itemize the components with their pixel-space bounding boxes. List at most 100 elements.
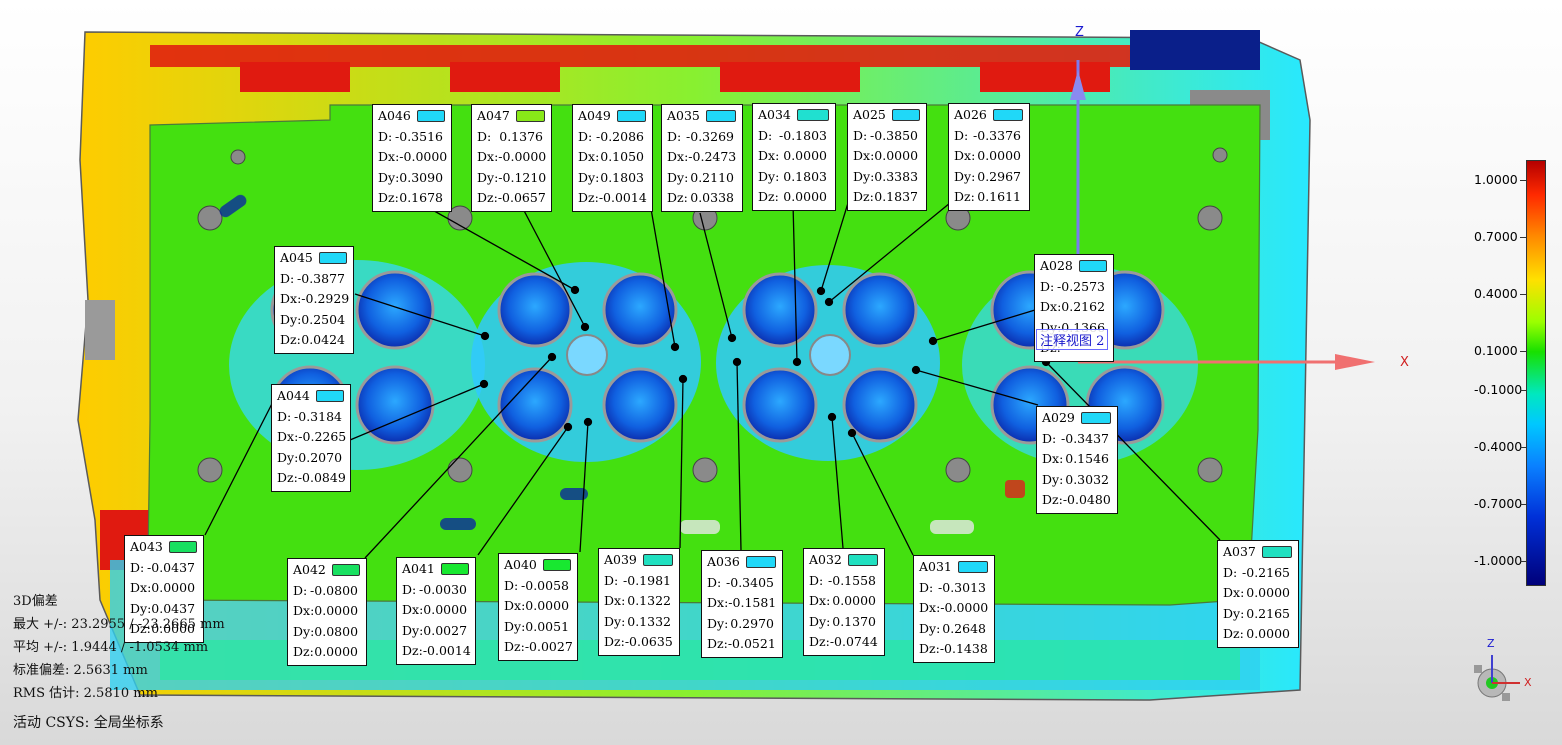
- annotation-key: Dz:: [604, 634, 625, 649]
- annotation-a031[interactable]: A031 D: -0.3013 Dx: -0.0000 Dy: 0.2648 Dz: -0.14…: [913, 555, 995, 663]
- 3d-viewport[interactable]: A046 D: -0.3516 Dx: -0.0000 Dy: 0.3090 Dz: 0.167…: [0, 0, 1562, 745]
- annotation-value: 0.0000: [1246, 626, 1290, 641]
- annotation-key: D:: [954, 127, 969, 143]
- annotation-row-dy: Dy: 0.2165: [1223, 604, 1292, 625]
- annotation-key: Dy:: [277, 449, 299, 465]
- annotation-key: D:: [378, 128, 393, 144]
- annotation-value: -0.0058: [521, 577, 569, 593]
- annotation-header: A025: [853, 105, 920, 126]
- annotation-value: 0.0000: [783, 189, 827, 204]
- deviation-color-swatch: [745, 556, 776, 569]
- annotation-id: A041: [402, 561, 435, 576]
- annotation-a026[interactable]: A026 D: -0.3376 Dx: 0.0000 Dy: 0.2967 Dz: 0.1611: [948, 103, 1030, 211]
- annotation-key: Dx:: [1223, 585, 1245, 600]
- annotation-value: 0.0338: [690, 190, 734, 205]
- annotation-key: Dx:: [378, 149, 400, 164]
- annotation-row-dz: Dz: 0.1678: [378, 188, 445, 209]
- annotation-row-dz: Dz: -0.0014: [402, 641, 471, 662]
- annotation-row-dy: Dy: 0.0800: [293, 622, 360, 643]
- annotation-a029[interactable]: A029 D: -0.3437 Dx: 0.1546 Dy: 0.3032 Dz: -0.048…: [1036, 406, 1118, 514]
- annotation-id: A049: [578, 108, 611, 123]
- annotation-row-dx: Dx: 0.0000: [853, 146, 920, 167]
- annotation-row-dy: Dy: 0.3090: [378, 168, 445, 189]
- annotation-a035[interactable]: A035 D: -0.3269 Dx: -0.2473 Dy: 0.2110 Dz: 0.033…: [661, 104, 743, 212]
- annotation-key: Dy:: [1042, 471, 1064, 487]
- annotation-a049[interactable]: A049 D: -0.2086 Dx: 0.1050 Dy: 0.1803 Dz: -0.001…: [572, 104, 653, 212]
- annotation-key: Dz:: [280, 332, 301, 347]
- annotation-row-dz: Dz: -0.0744: [809, 632, 878, 653]
- annotation-value: -0.3376: [973, 127, 1021, 143]
- annotation-key: Dy:: [809, 613, 831, 629]
- annotation-a036[interactable]: A036 D: -0.3405 Dx: -0.1581 Dy: 0.2970 Dz: -0.05…: [701, 550, 783, 658]
- annotation-a045[interactable]: A045 D: -0.3877 Dx: -0.2929 Dy: 0.2504 Dz: 0.042…: [274, 246, 354, 354]
- annotation-header: A028: [1040, 256, 1107, 277]
- annotation-a046[interactable]: A046 D: -0.3516 Dx: -0.0000 Dy: 0.3090 Dz: 0.167…: [372, 104, 452, 212]
- annotation-a039[interactable]: A039 D: -0.1981 Dx: 0.1322 Dy: 0.1332 Dz: -0.063…: [598, 548, 680, 656]
- annotation-value: -0.1438: [939, 641, 988, 656]
- annotation-a040[interactable]: A040 D: -0.0058 Dx: 0.0000 Dy: 0.0051 Dz: -0.002…: [498, 553, 578, 661]
- annotation-value: -0.1803: [779, 127, 827, 143]
- annotation-key: Dx:: [402, 602, 424, 617]
- annotation-key: D:: [853, 127, 868, 143]
- annotation-id: A032: [809, 552, 842, 567]
- annotation-key: Dz:: [293, 644, 314, 659]
- annotation-value: -0.0000: [498, 149, 547, 164]
- annotation-id: A047: [477, 108, 510, 123]
- annotation-key: Dz:: [809, 634, 830, 649]
- annotation-value: -0.0635: [624, 634, 673, 649]
- annotation-key: Dy:: [1223, 605, 1245, 621]
- annotation-key: D:: [402, 581, 417, 597]
- annotation-key: D:: [758, 127, 773, 143]
- annotation-row-dz: Dz: 0.0000: [758, 187, 829, 208]
- annotation-header: A029: [1042, 408, 1111, 429]
- annotation-a041[interactable]: A041 D: -0.0030 Dx: 0.0000 Dy: 0.0027 Dz: -0.001…: [396, 557, 476, 665]
- annotation-id: A035: [667, 108, 700, 123]
- annotation-key: Dz:: [378, 190, 399, 205]
- annotation-row-dz: Dz: 0.1611: [954, 187, 1023, 208]
- deviation-color-swatch: [796, 109, 829, 122]
- annotation-a034[interactable]: A034 D: -0.1803 Dx: 0.0000 Dy: 0.1803 Dz: 0.0000: [752, 103, 836, 211]
- annotation-row-d: D: -0.3184: [277, 407, 344, 428]
- annotation-row-dz: Dz: 0.0424: [280, 330, 347, 351]
- annotation-value: 0.1376: [499, 128, 543, 144]
- annotation-row-dz: Dz: -0.1438: [919, 639, 988, 660]
- annotation-row-dy: Dy: 0.3383: [853, 167, 920, 188]
- annotation-header: A042: [293, 560, 360, 581]
- active-csys-label: 活动 CSYS: 全局坐标系: [13, 715, 164, 731]
- deviation-color-swatch: [992, 109, 1023, 122]
- annotation-row-d: D: -0.3516: [378, 127, 445, 148]
- annotation-view-label[interactable]: 注释视图 2: [1036, 329, 1109, 350]
- annotation-a044[interactable]: A044 D: -0.3184 Dx: -0.2265 Dy: 0.2070 Dz: -0.08…: [271, 384, 351, 492]
- deviation-color-swatch: [891, 109, 920, 122]
- annotation-header: A045: [280, 248, 347, 269]
- annotation-value: 0.2648: [942, 620, 986, 636]
- annotation-a037[interactable]: A037 D: -0.2165 Dx: 0.0000 Dy: 0.2165 Dz: 0.0000: [1217, 540, 1299, 648]
- annotation-row-d: D: -0.3013: [919, 578, 988, 599]
- annotation-row-dz: Dz: 0.0000: [293, 642, 360, 663]
- annotation-key: D:: [504, 577, 519, 593]
- annotation-value: -0.2165: [1242, 564, 1290, 580]
- annotation-key: Dx:: [853, 148, 875, 163]
- annotation-value: 0.1050: [600, 149, 644, 164]
- annotation-key: Dx:: [280, 291, 302, 306]
- annotation-value: 0.1837: [874, 189, 918, 204]
- annotation-id: A029: [1042, 410, 1075, 425]
- annotation-a025[interactable]: A025 D: -0.3850 Dx: 0.0000 Dy: 0.3383 Dz: 0.1837: [847, 103, 927, 211]
- annotation-row-dy: Dy: 0.1803: [578, 168, 646, 189]
- annotation-header: A035: [667, 106, 736, 127]
- deviation-color-swatch: [642, 554, 673, 567]
- legend-tick: [1520, 237, 1526, 238]
- annotation-header: A036: [707, 552, 776, 573]
- annotation-a032[interactable]: A032 D: -0.1558 Dx: 0.0000 Dy: 0.1370 Dz: -0.074…: [803, 548, 885, 656]
- annotation-row-dz: Dz: 0.1837: [853, 187, 920, 208]
- annotation-id: A037: [1223, 544, 1256, 559]
- annotation-value: -0.3013: [938, 579, 986, 595]
- annotation-row-dy: Dy: 0.1803: [758, 167, 829, 188]
- annotation-a047[interactable]: A047 D: 0.1376 Dx: -0.0000 Dy: -0.1210 Dz: -0.06…: [471, 104, 552, 212]
- annotation-key: Dx:: [578, 149, 600, 164]
- annotation-a042[interactable]: A042 D: -0.0800 Dx: 0.0000 Dy: 0.0800 Dz: 0.0000: [287, 558, 367, 666]
- annotation-value: 0.3090: [399, 169, 444, 185]
- deviation-color-swatch: [1261, 546, 1292, 559]
- legend-value: 0.7000: [1474, 229, 1518, 244]
- annotation-value: -0.0014: [598, 190, 647, 205]
